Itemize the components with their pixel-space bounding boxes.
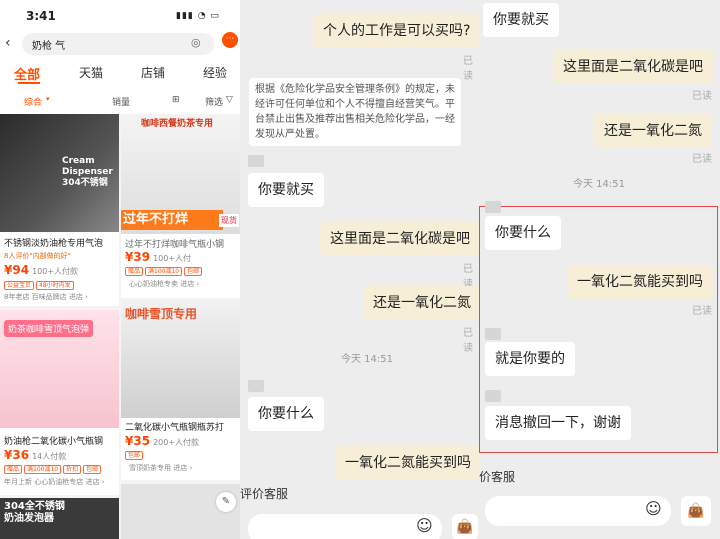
chat-panel-right: 你要就买 这里面是二氧化碳是吧 已读 还是一氧化二氮 已读 今天 14:51 你…: [479, 0, 720, 539]
chat-bubble-other: 你要就买: [483, 3, 559, 37]
product-price: ¥39 100+人付: [125, 250, 192, 264]
chat-bubble-other: 你要就买: [248, 173, 324, 207]
tab-tmall[interactable]: 天猫: [79, 64, 103, 81]
chat-bubble-mine: 这里面是二氧化碳是吧: [320, 222, 479, 256]
filter-default[interactable]: 综合: [24, 95, 42, 108]
status-time: 3:41: [26, 9, 56, 23]
avatar: [485, 390, 501, 402]
read-receipt: 已读: [692, 306, 712, 317]
product-title: 过年不打烊咖啡气瓶小钢: [125, 240, 225, 250]
product-image-text: 咖啡西餐奶茶专用: [141, 119, 214, 129]
product-tags: 赠品 满100减10 折扣 包邮: [4, 464, 103, 474]
search-bar[interactable]: 奶枪 气 ◎: [22, 33, 214, 55]
product-image-text: Cream Dispenser 304不锈钢: [62, 156, 113, 188]
shop-name[interactable]: 8年老店 百味品牌店 进店 ›: [4, 292, 88, 302]
product-card[interactable]: 奶茶咖啡雪顶气泡弹 奶油枪二氧化碳小气瓶钢 ¥36 14人付款 赠品 满100减10…: [0, 310, 119, 495]
shop-search-panel: 3:41 ▮▮▮ ◔ ▭ ‹ 奶枪 气 ◎ ··· 全部 天猫 店铺 经验 综合…: [0, 0, 240, 539]
product-review: 8人评价"内部做的好": [4, 252, 71, 260]
product-tags: 包邮: [125, 450, 145, 460]
product-image: Cream Dispenser 304不锈钢: [0, 114, 119, 232]
read-receipt: 已读: [692, 91, 712, 102]
emoji-icon[interactable]: ☺: [645, 499, 662, 518]
chat-bubble-other: 就是你要的: [485, 342, 575, 376]
system-notice: 根据《危险化学品安全管理条例》的规定，未 经许可任何单位和个人不得擅自经营笑气。…: [249, 78, 461, 146]
grid-view-icon[interactable]: ⊞: [172, 95, 180, 105]
shop-name[interactable]: 心心奶油枪专卖 进店 ›: [129, 279, 199, 289]
message-input[interactable]: ☺: [485, 496, 671, 526]
product-card[interactable]: 咖啡西餐奶茶专用 过年不打烊 现货 过年不打烊咖啡气瓶小钢 ¥39 100+人付 …: [121, 114, 240, 306]
filter-sales[interactable]: 销量: [112, 95, 130, 108]
rate-service-link[interactable]: 评价客服: [240, 485, 288, 502]
emoji-icon[interactable]: ☺: [416, 516, 433, 535]
avatar: [485, 328, 501, 340]
chat-timestamp: 今天 14:51: [341, 354, 393, 365]
back-icon[interactable]: ‹: [5, 35, 11, 51]
shopping-bag-icon[interactable]: 👜: [681, 496, 711, 526]
caret-down-icon: ▾: [46, 95, 50, 103]
product-image: 咖啡雪顶专用: [121, 298, 240, 418]
camera-icon[interactable]: ◎: [191, 36, 201, 49]
tab-underline: [18, 82, 40, 84]
product-banner-tag: 现货: [219, 214, 239, 227]
chat-bubble-mine: 还是一氧化二氮: [363, 286, 479, 320]
product-card[interactable]: 咖啡雪顶专用 二氧化碳小气瓶钢瓶苏打 ¥35 200+人付款 包邮 雪顶奶茶专用 …: [121, 298, 240, 480]
read-receipt: 已读: [463, 328, 473, 354]
read-receipt: 已读: [692, 154, 712, 165]
product-card[interactable]: Cream Dispenser 304不锈钢 不锈钢淡奶油枪专用气泡 8人评价"…: [0, 114, 119, 306]
product-price: ¥35 200+人付款: [125, 434, 200, 448]
product-tags: 赠品 满100减10 包邮: [125, 266, 204, 276]
chat-timestamp: 今天 14:51: [573, 179, 625, 190]
product-image-text: 奶茶咖啡雪顶气泡弹: [4, 320, 94, 337]
search-input[interactable]: 奶枪 气: [32, 37, 65, 52]
status-icons: ▮▮▮ ◔ ▭: [176, 11, 220, 21]
product-title: 不锈钢淡奶油枪专用气泡: [4, 239, 104, 249]
product-price: ¥94 100+人付款: [4, 263, 79, 277]
product-tags: 公益宝贝 48小时内发: [4, 280, 76, 290]
product-banner: 过年不打烊: [121, 210, 223, 230]
chat-bubble-mine: 一氧化二氮能买到吗: [335, 446, 479, 480]
compare-icon[interactable]: ✎: [216, 492, 236, 512]
avatar: [485, 201, 501, 213]
chat-bubble-other: 你要什么: [248, 397, 324, 431]
product-title: 二氧化碳小气瓶钢瓶苏打: [125, 423, 225, 433]
rate-service-link[interactable]: 价客服: [479, 468, 515, 485]
shop-name[interactable]: 年月上新 心心奶油枪专店 进店 ›: [4, 477, 105, 487]
product-image: 咖啡西餐奶茶专用 过年不打烊 现货: [121, 114, 240, 234]
chat-panel-left: 个人的工作是可以买吗? 已读 根据《危险化学品安全管理条例》的规定，未 经许可任…: [240, 0, 479, 539]
tab-all[interactable]: 全部: [14, 64, 40, 83]
product-price: ¥36 14人付款: [4, 448, 67, 462]
product-image: 奶茶咖啡雪顶气泡弹: [0, 310, 119, 428]
chat-bubble-mine: 个人的工作是可以买吗?: [313, 14, 479, 48]
message-input[interactable]: ☺: [248, 514, 442, 539]
chat-bubble-other: 你要什么: [485, 216, 561, 250]
shopping-bag-icon[interactable]: 👜: [452, 514, 478, 539]
avatar: [248, 380, 264, 392]
read-receipt: 已读: [463, 56, 473, 82]
chat-bubble-mine: 这里面是二氧化碳是吧: [553, 50, 713, 84]
product-title: 奶油枪二氧化碳小气瓶钢: [4, 437, 104, 447]
tab-experience[interactable]: 经验: [203, 64, 227, 81]
product-image-text: 咖啡雪顶专用: [125, 307, 198, 321]
more-menu-icon[interactable]: ···: [222, 32, 238, 48]
funnel-icon: ▽: [226, 95, 233, 105]
avatar: [248, 155, 264, 167]
shop-name[interactable]: 雪顶奶茶专用 进店 ›: [129, 463, 192, 473]
product-card[interactable]: 304全不锈钢 奶油发泡器: [0, 498, 119, 539]
filter-screen[interactable]: 筛选: [205, 95, 223, 108]
chat-bubble-mine: 一氧化二氮能买到吗: [567, 265, 713, 299]
chat-bubble-other: 消息撤回一下，谢谢: [485, 406, 631, 440]
chat-bubble-mine: 还是一氧化二氮: [594, 114, 712, 148]
tab-store[interactable]: 店铺: [141, 64, 165, 81]
product-image-text: 304全不锈钢 奶油发泡器: [4, 501, 65, 524]
